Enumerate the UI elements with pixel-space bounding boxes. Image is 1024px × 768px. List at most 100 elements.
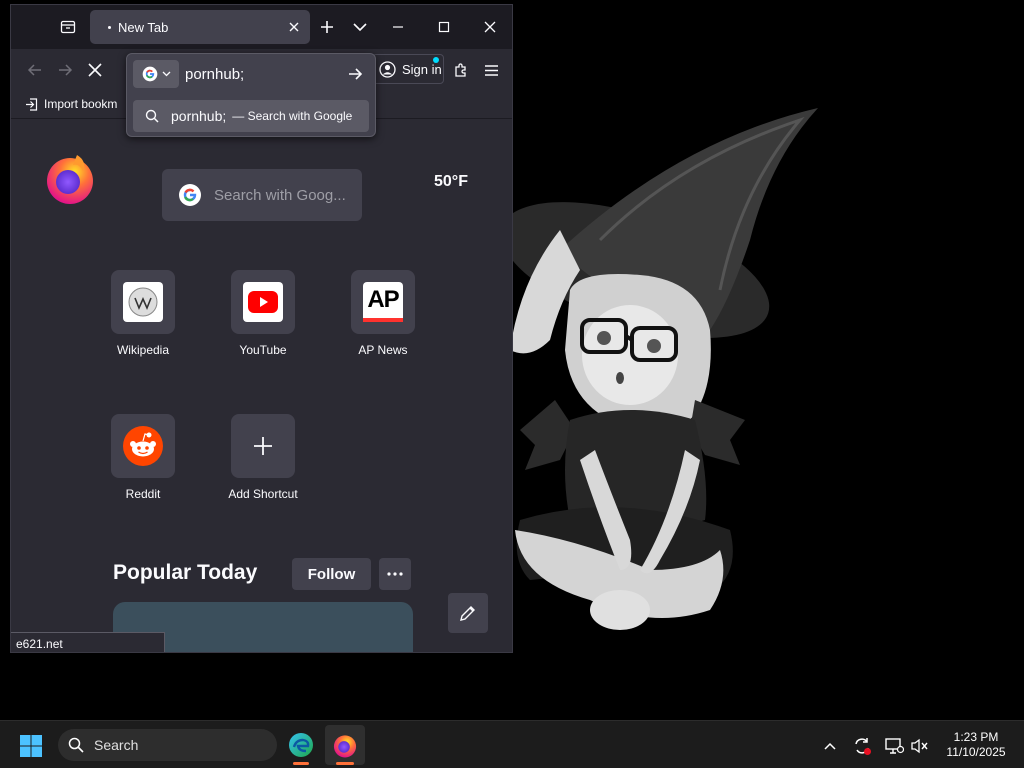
customize-button[interactable] (448, 593, 488, 633)
tab-loading-dot (108, 26, 111, 29)
newtab-search-box[interactable]: Search with Goog... (162, 169, 362, 221)
more-dots-icon (387, 572, 403, 576)
new-tab-button[interactable] (312, 12, 342, 42)
start-button[interactable] (14, 729, 48, 763)
volume-muted-icon (911, 738, 928, 754)
shortcut-label: Add Shortcut (228, 487, 298, 501)
sign-in-button[interactable]: Sign in (372, 54, 444, 84)
chevron-up-icon (824, 742, 836, 750)
tab-title: New Tab (118, 20, 169, 35)
arrow-right-icon (348, 68, 362, 80)
url-bar-panel: pornhub; — Search with Google (126, 53, 376, 137)
running-indicator (293, 762, 309, 765)
firefox-logo-icon (47, 155, 93, 204)
tab-new-tab[interactable]: New Tab (90, 10, 310, 44)
status-link-preview: e621.net (11, 632, 165, 652)
taskbar-search-box[interactable]: Search (58, 729, 277, 761)
chevron-down-icon (353, 23, 367, 32)
network-button[interactable] (883, 735, 905, 757)
sign-in-label: Sign in (402, 61, 442, 77)
newtab-search-placeholder: Search with Goog... (214, 186, 346, 204)
active-indicator (336, 762, 354, 765)
clock-time: 1:23 PM (953, 730, 999, 744)
shortcut-youtube[interactable]: YouTube (201, 270, 321, 370)
maximize-icon (438, 21, 450, 33)
popular-today-heading: Popular Today (113, 561, 258, 584)
witch-wallpaper-image (500, 108, 818, 630)
chevron-down-icon (162, 71, 170, 77)
wikipedia-icon (128, 287, 158, 317)
clock-date: 11/10/2025 (946, 745, 1006, 759)
url-input[interactable] (185, 62, 335, 86)
plus-icon (321, 21, 333, 33)
shortcut-reddit[interactable]: Reddit (81, 414, 201, 514)
arrow-left-icon (27, 64, 41, 76)
suggestion-action: — Search with Google (232, 109, 353, 123)
shortcut-tile (111, 414, 175, 478)
taskbar: Search 1:23 PM 11/10/2025 (0, 720, 1024, 768)
shortcut-label: AP News (358, 343, 408, 357)
minimize-icon (393, 26, 403, 28)
tab-bar: New Tab (11, 5, 512, 49)
ap-news-icon: AP (367, 286, 399, 313)
shortcut-label: Reddit (125, 487, 161, 501)
search-icon (68, 737, 84, 753)
puzzle-icon (455, 63, 466, 77)
taskbar-search-label: Search (94, 737, 139, 753)
taskbar-firefox-button[interactable] (325, 725, 365, 765)
reddit-icon (123, 426, 163, 466)
minimize-button[interactable] (383, 12, 413, 42)
maximize-button[interactable] (429, 12, 459, 42)
go-button[interactable] (341, 60, 369, 88)
sync-status-button[interactable] (851, 735, 873, 757)
show-hidden-icons-button[interactable] (819, 735, 841, 757)
follow-button[interactable]: Follow (292, 558, 371, 590)
sync-icon (855, 738, 871, 755)
shortcut-wikipedia[interactable]: Wikipedia (81, 270, 201, 370)
back-button[interactable] (21, 56, 49, 84)
close-window-button[interactable] (475, 12, 505, 42)
forward-button[interactable] (51, 56, 79, 84)
shortcut-tile: AP (351, 270, 415, 334)
search-icon (145, 109, 159, 123)
import-icon (26, 97, 38, 111)
stop-loading-button[interactable] (81, 56, 109, 84)
network-icon (885, 738, 904, 754)
search-suggestion-row[interactable]: pornhub; — Search with Google (133, 100, 369, 132)
weather-temperature[interactable]: 50°F (434, 173, 468, 191)
firefox-window: New Tab Sign in Import bookm Search with… (10, 4, 513, 653)
firefox-view-icon (60, 20, 76, 34)
stop-icon (88, 63, 102, 77)
more-options-button[interactable] (379, 558, 411, 590)
account-icon (379, 60, 396, 78)
new-tab-page: Search with Goog... 50°F Wikipedia YouTu… (11, 119, 512, 652)
hamburger-menu-icon (484, 64, 498, 76)
arrow-right-icon (59, 64, 73, 76)
import-bookmarks-label: Import bookm (44, 97, 118, 111)
edge-icon (289, 733, 313, 757)
taskbar-edge-button[interactable] (281, 725, 321, 765)
windows-logo-icon (20, 735, 42, 757)
import-bookmarks-button[interactable]: Import bookm (25, 97, 117, 111)
list-all-tabs-button[interactable] (345, 12, 375, 42)
volume-button[interactable] (909, 735, 931, 757)
suggestion-query: pornhub; (171, 108, 227, 124)
add-shortcut-button[interactable]: Add Shortcut (201, 414, 321, 514)
firefox-view-button[interactable] (53, 12, 83, 42)
plus-icon (254, 437, 272, 455)
pencil-icon (460, 606, 475, 621)
extensions-button[interactable] (447, 56, 475, 84)
notification-dot (433, 57, 439, 63)
shortcut-tile (231, 270, 295, 334)
firefox-icon (333, 735, 357, 758)
google-icon (179, 184, 201, 206)
taskbar-clock[interactable]: 1:23 PM 11/10/2025 (940, 730, 1012, 760)
tab-close-button[interactable] (284, 17, 304, 37)
shortcut-label: YouTube (239, 343, 287, 357)
google-icon (142, 66, 157, 82)
app-menu-button[interactable] (477, 56, 505, 84)
shortcut-ap-news[interactable]: AP AP News (321, 270, 441, 370)
close-icon (289, 22, 299, 32)
search-engine-button[interactable] (133, 60, 179, 88)
shortcut-tile (231, 414, 295, 478)
